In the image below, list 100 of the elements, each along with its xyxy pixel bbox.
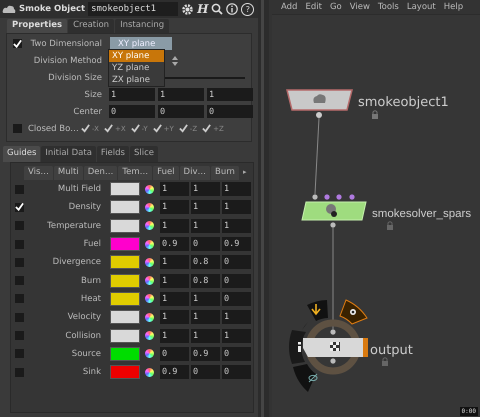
node-name-field[interactable]: smokeobject1	[88, 2, 178, 16]
checkbox[interactable]	[15, 240, 24, 249]
menu-item[interactable]: Help	[444, 2, 464, 12]
check-icon[interactable]	[202, 124, 212, 133]
color-swatch[interactable]	[110, 182, 140, 196]
column-header[interactable]: Fuel	[153, 166, 179, 180]
checkbox[interactable]	[15, 349, 24, 358]
check-icon[interactable]	[178, 124, 188, 133]
tab[interactable]: Slice	[130, 146, 158, 162]
number-field[interactable]: 1	[191, 292, 220, 306]
checkbox[interactable]	[15, 331, 24, 340]
number-field[interactable]: 0	[222, 274, 251, 288]
number-field[interactable]: 1	[160, 292, 189, 306]
check-icon[interactable]	[104, 124, 113, 133]
number-field[interactable]: 0	[191, 365, 220, 380]
menu-item[interactable]: Go	[330, 2, 342, 12]
check-icon[interactable]	[152, 124, 162, 133]
column-header[interactable]: Div…	[180, 166, 210, 180]
checkbox[interactable]	[15, 258, 24, 267]
color-swatch[interactable]	[110, 218, 140, 233]
column-header[interactable]: Burn	[210, 166, 239, 180]
number-field[interactable]: 1	[191, 328, 220, 343]
settings-icon[interactable]	[181, 2, 194, 16]
tab[interactable]: Fields	[96, 146, 129, 162]
color-swatch[interactable]	[110, 328, 140, 343]
number-field[interactable]: 1	[207, 88, 253, 101]
color-swatch[interactable]	[110, 255, 140, 270]
color-swatch[interactable]	[110, 365, 140, 380]
tab[interactable]: Guides	[3, 146, 40, 162]
output-port[interactable]	[330, 222, 336, 228]
check-icon[interactable]	[130, 124, 140, 133]
radial-menu-segment[interactable]	[293, 364, 316, 392]
column-header[interactable]: Den…	[84, 166, 118, 180]
number-field[interactable]: 1	[222, 328, 251, 343]
number-field[interactable]: 1	[222, 182, 251, 196]
output-node[interactable]	[303, 338, 368, 357]
number-field[interactable]: 1	[222, 200, 251, 214]
number-field[interactable]: 1	[191, 218, 220, 233]
number-field[interactable]: 0.9	[160, 237, 189, 252]
number-field[interactable]: 0	[158, 105, 204, 118]
help-button[interactable]: ?	[241, 2, 254, 16]
number-field[interactable]: 0.9	[222, 237, 251, 252]
logo-glyph[interactable]: H	[197, 2, 208, 16]
checkbox[interactable]	[15, 202, 24, 212]
spinner-icon[interactable]	[172, 56, 178, 66]
output-port[interactable]	[316, 112, 322, 118]
number-field[interactable]: 1	[109, 88, 155, 101]
number-field[interactable]: 1	[160, 274, 189, 288]
number-field[interactable]: 0	[160, 346, 189, 361]
number-field[interactable]: 1	[160, 328, 189, 343]
object-node[interactable]	[286, 89, 353, 111]
number-field[interactable]: 1	[222, 218, 251, 233]
search-icon[interactable]	[211, 3, 224, 15]
checkbox[interactable]	[15, 221, 24, 230]
color-swatch[interactable]	[110, 310, 140, 324]
number-field[interactable]: 1	[191, 310, 220, 324]
color-swatch[interactable]	[110, 274, 140, 288]
checkbox[interactable]	[15, 294, 24, 304]
number-field[interactable]: 0	[222, 365, 251, 380]
info-icon[interactable]	[226, 3, 238, 15]
input-port[interactable]	[330, 329, 336, 335]
menu-item[interactable]: Add	[281, 2, 298, 12]
output-port[interactable]	[330, 358, 336, 364]
menu-item[interactable]: Tools	[378, 2, 399, 12]
color-swatch[interactable]	[110, 237, 140, 252]
number-field[interactable]: 0	[109, 105, 155, 118]
column-header[interactable]: Multi	[54, 166, 83, 180]
number-field[interactable]: 0.8	[191, 274, 220, 288]
number-field[interactable]: 1	[191, 182, 220, 196]
radial-menu-segment[interactable]	[307, 300, 328, 321]
color-swatch[interactable]	[110, 292, 140, 306]
menu-item[interactable]: View	[350, 2, 370, 12]
checkbox[interactable]	[15, 276, 24, 286]
number-field[interactable]: 0	[191, 237, 220, 252]
number-field[interactable]: 0	[222, 255, 251, 270]
tab[interactable]: Initial Data	[41, 146, 96, 162]
number-field[interactable]: 0.9	[160, 365, 189, 380]
number-field[interactable]: 1	[158, 88, 204, 101]
menu-item[interactable]: Layout	[406, 2, 436, 12]
check-icon[interactable]	[81, 124, 90, 133]
column-header[interactable]: Tem…	[118, 166, 152, 180]
checkbox[interactable]	[15, 184, 24, 194]
number-field[interactable]: 1	[191, 200, 220, 214]
number-field[interactable]: 0.9	[191, 346, 220, 361]
number-field[interactable]: 0	[222, 292, 251, 306]
tab[interactable]: Creation	[68, 19, 114, 33]
column-header[interactable]: Vis…	[24, 166, 53, 180]
radial-menu-segment[interactable]	[289, 322, 308, 364]
number-field[interactable]: 1	[160, 200, 189, 214]
number-field[interactable]: 1	[160, 310, 189, 324]
number-field[interactable]: 1	[160, 255, 189, 270]
tab[interactable]: Instancing	[115, 19, 170, 33]
checkbox[interactable]	[13, 124, 22, 133]
checkbox[interactable]	[15, 368, 24, 377]
checkbox[interactable]	[15, 312, 24, 322]
number-field[interactable]: 0.8	[191, 255, 220, 270]
tab[interactable]: Properties	[7, 19, 68, 33]
menu-item[interactable]: ZX plane	[109, 74, 164, 86]
lock-icon[interactable]	[372, 110, 378, 119]
menu-item[interactable]: Edit	[305, 2, 322, 12]
